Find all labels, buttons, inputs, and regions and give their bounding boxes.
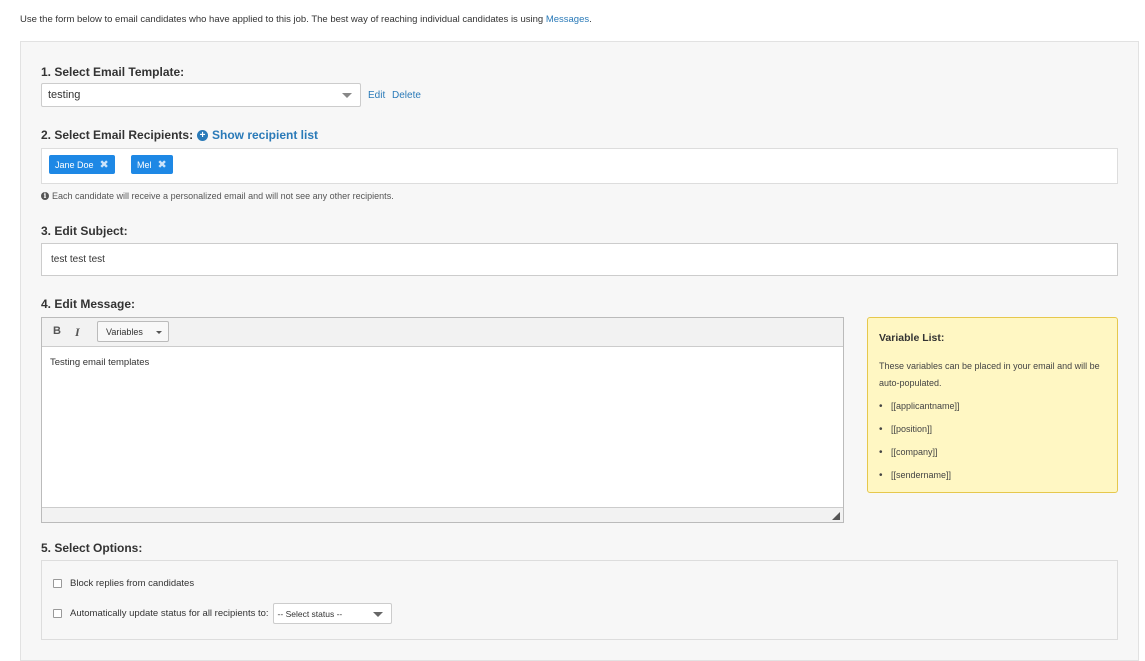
- template-select[interactable]: testing: [41, 83, 361, 107]
- recipient-name: Jane Doe: [55, 159, 94, 170]
- status-select[interactable]: -- Select status --: [272, 603, 392, 624]
- delete-template-link[interactable]: Delete: [392, 90, 421, 101]
- resize-handle-icon[interactable]: [832, 512, 840, 520]
- variables-dropdown[interactable]: Variables: [97, 321, 169, 342]
- chevron-down-icon: [372, 611, 383, 617]
- variable-list-title: Variable List:: [879, 332, 945, 344]
- recipients-label: 2. Select Email Recipients:: [41, 128, 194, 142]
- show-recipient-list-label: Show recipient list: [212, 128, 319, 142]
- variables-dropdown-label: Variables: [106, 326, 143, 337]
- recipient-name: Mel: [137, 159, 152, 170]
- plus-circle-icon: +: [197, 129, 208, 141]
- template-select-value: testing: [48, 89, 81, 101]
- email-form-panel: 1. Select Email Template: testing Edit D…: [20, 41, 1139, 661]
- show-recipient-list-button[interactable]: + Show recipient list: [197, 128, 318, 142]
- message-label: 4. Edit Message:: [41, 297, 136, 311]
- recipients-hint-text: Each candidate will receive a personaliz…: [52, 191, 394, 201]
- caret-down-icon: [156, 331, 162, 334]
- variable-list-item: • [[sendername]]: [879, 470, 952, 481]
- options-label: 5. Select Options:: [41, 541, 143, 555]
- subject-input[interactable]: test test test: [41, 243, 1118, 276]
- auto-update-option: Automatically update status for all reci…: [53, 603, 392, 624]
- variable-list: • [[applicantname]] • [[position]] • [[comp…: [879, 398, 960, 490]
- intro-suffix: .: [589, 14, 592, 25]
- italic-button[interactable]: I: [75, 325, 80, 340]
- variable-list-item: • [[company]]: [879, 447, 938, 458]
- variable-list-description: These variables can be placed in your em…: [879, 361, 1100, 388]
- options-box: Block replies from candidates Automatica…: [41, 560, 1118, 640]
- remove-recipient-icon[interactable]: ✖: [158, 158, 167, 171]
- editor-toolbar: B I Variables: [42, 318, 843, 347]
- chevron-down-icon: [342, 93, 352, 98]
- recipients-input[interactable]: Jane Doe ✖ Mel ✖: [41, 148, 1118, 184]
- auto-update-label: Automatically update status for all reci…: [70, 608, 269, 619]
- variable-list-item: • [[position]]: [879, 424, 933, 435]
- block-replies-checkbox[interactable]: [53, 579, 62, 588]
- bold-button[interactable]: B: [53, 325, 61, 337]
- block-replies-option: Block replies from candidates: [53, 578, 194, 589]
- intro-text-body: Use the form below to email candidates w…: [20, 14, 546, 25]
- recipient-token: Jane Doe ✖: [49, 155, 115, 174]
- info-icon: i: [41, 192, 49, 200]
- status-select-value: -- Select status --: [277, 608, 343, 619]
- messages-link[interactable]: Messages: [546, 14, 589, 25]
- subject-label: 3. Edit Subject:: [41, 224, 128, 238]
- editor-statusbar: [42, 507, 843, 522]
- message-editor: B I Variables Testing email templates: [41, 317, 844, 523]
- recipients-hint: i Each candidate will receive a personal…: [41, 191, 394, 201]
- variable-list-panel: Variable List: These variables can be pl…: [867, 317, 1118, 493]
- subject-input-value: test test test: [51, 254, 105, 265]
- template-label: 1. Select Email Template:: [41, 65, 185, 79]
- block-replies-label: Block replies from candidates: [70, 578, 195, 589]
- recipient-token: Mel ✖: [131, 155, 173, 174]
- message-body[interactable]: Testing email templates: [50, 357, 149, 368]
- variable-list-item: • [[applicantname]]: [879, 401, 960, 412]
- intro-text: Use the form below to email candidates w…: [20, 14, 592, 25]
- remove-recipient-icon[interactable]: ✖: [100, 158, 109, 171]
- auto-update-checkbox[interactable]: [53, 609, 62, 618]
- edit-template-link[interactable]: Edit: [368, 90, 385, 101]
